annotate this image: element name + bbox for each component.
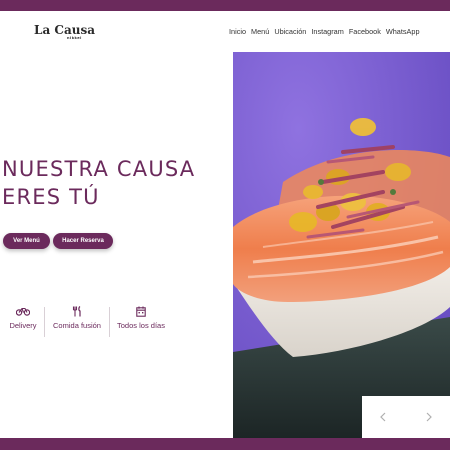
slider-prev-button[interactable] (376, 410, 390, 424)
logo-text: La Causa (34, 23, 95, 37)
hacer-reserva-button[interactable]: Hacer Reserva (53, 233, 113, 249)
salmon-nigiri-image (233, 52, 450, 438)
nav-item-menu[interactable]: Menú (251, 27, 269, 36)
hero-food-photo (233, 52, 450, 438)
nav-item-whatsapp[interactable]: WhatsApp (386, 27, 420, 36)
feature-divider (44, 307, 45, 337)
hero-line-2: ERES TÚ (2, 185, 100, 209)
cutlery-icon (49, 306, 105, 320)
feature-label: Delivery (9, 321, 37, 330)
logo-subtext: nikkei (67, 36, 82, 40)
nav-item-facebook[interactable]: Facebook (349, 27, 381, 36)
brand-logo[interactable]: La Causa nikkei (34, 24, 95, 41)
chevron-right-icon (426, 412, 432, 422)
feature-comida-fusion: Comida fusión (49, 306, 105, 336)
hero-heading: NUESTRA CAUSA ERES TÚ (2, 155, 195, 211)
feature-delivery: Delivery (6, 306, 40, 336)
nav-item-inicio[interactable]: Inicio (229, 27, 246, 36)
bottom-accent-bar (0, 438, 450, 450)
feature-label: Todos los días (117, 321, 165, 330)
slider-controls (362, 396, 450, 438)
feature-divider (109, 307, 110, 337)
ver-menu-button[interactable]: Ver Menú (3, 233, 50, 249)
top-accent-bar (0, 0, 450, 11)
calendar-icon (114, 306, 168, 320)
bicycle-icon (6, 306, 40, 320)
chevron-left-icon (380, 412, 386, 422)
slider-next-button[interactable] (422, 410, 436, 424)
feature-label: Comida fusión (53, 321, 101, 330)
nav-item-instagram[interactable]: Instagram (311, 27, 343, 36)
main-nav: Inicio Menú Ubicación Instagram Facebook… (229, 27, 420, 36)
nav-item-ubicacion[interactable]: Ubicación (274, 27, 306, 36)
hero-line-1: NUESTRA CAUSA (2, 157, 196, 181)
feature-todos-los-dias: Todos los días (114, 306, 168, 336)
